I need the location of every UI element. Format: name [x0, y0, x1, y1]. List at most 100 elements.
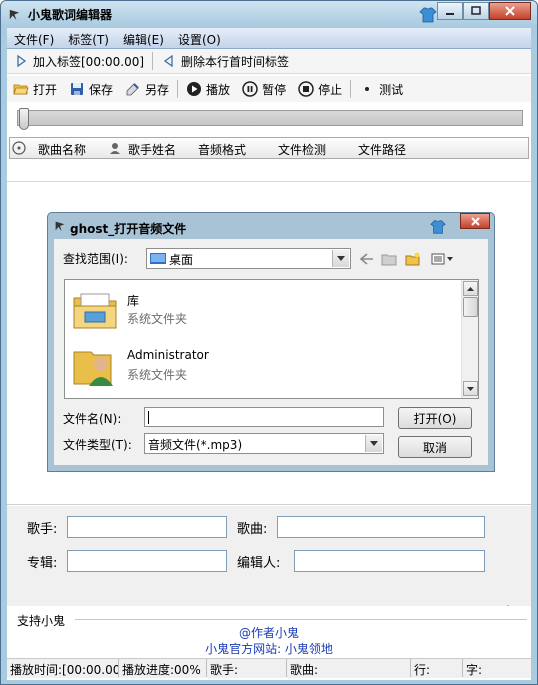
stop-icon [298, 81, 314, 97]
test-label: 测试 [379, 82, 404, 97]
open-button[interactable]: 打开 [7, 78, 63, 100]
scroll-up-button[interactable] [463, 281, 478, 296]
open-folder-icon [13, 84, 29, 95]
seek-bar[interactable] [13, 108, 523, 130]
delete-tag-label: 删除本行首时间标签 [181, 54, 290, 69]
up-folder-icon [381, 254, 397, 266]
dialog-title: ghost_打开音频文件 [70, 222, 187, 236]
status-char: 字: [466, 663, 483, 677]
menu-bar: 文件(F) 标签(T) 编辑(E) 设置(O) [7, 28, 531, 49]
minimize-button[interactable] [437, 2, 463, 20]
caption-buttons [437, 2, 531, 20]
maximize-icon [471, 6, 481, 15]
maximize-button[interactable] [463, 2, 489, 20]
filename-label: 文件名(N): [63, 412, 122, 426]
new-folder-button[interactable] [404, 250, 422, 268]
delete-tag-button[interactable]: 删除本行首时间标签 [155, 50, 295, 72]
app-icon [9, 9, 20, 21]
play-outline-icon [17, 54, 27, 68]
dialog-cancel-button[interactable]: 取消 [398, 436, 472, 458]
test-button[interactable]: 测试 [353, 78, 409, 100]
back-button[interactable] [358, 250, 376, 268]
chevron-down-icon [370, 441, 378, 446]
skin-shirt-icon[interactable] [419, 6, 437, 24]
save-button[interactable]: 保存 [63, 78, 119, 100]
col-file-path[interactable]: 文件路径 [352, 141, 406, 158]
add-tag-label: 加入标签[00:00.00] [33, 54, 145, 69]
song-input[interactable] [277, 516, 485, 538]
col-song-name[interactable]: 歌曲名称 [32, 141, 86, 158]
seek-thumb[interactable] [19, 108, 29, 130]
file-list[interactable]: 库 系统文件夹 Administrator 系统文件夹 [64, 279, 479, 399]
song-label: 歌曲: [237, 522, 268, 537]
status-singer: 歌手: [207, 659, 287, 677]
look-in-value: 桌面 [169, 253, 194, 267]
view-menu-button[interactable] [430, 250, 456, 268]
look-in-label: 查找范围(I): [63, 252, 128, 266]
support-divider [75, 619, 527, 620]
desktop-icon [150, 253, 166, 264]
dialog-body: 查找范围(I): 桌面 库 系统文件夹 Administrator 系统文件夹 … [54, 239, 488, 465]
filename-input[interactable] [144, 407, 384, 427]
look-in-dropdown-button[interactable] [332, 250, 349, 267]
up-folder-button[interactable] [380, 250, 398, 268]
save-label: 保存 [89, 82, 114, 97]
library-folder-icon [73, 293, 117, 329]
back-outline-icon [163, 54, 173, 68]
back-arrow-icon [360, 253, 373, 265]
list-item[interactable]: Administrator 系统文件夹 [71, 342, 451, 392]
window-title: 小鬼歌词编辑器 [28, 8, 113, 22]
list-item[interactable]: 库 系统文件夹 [71, 286, 451, 336]
play-button[interactable]: 播放 [180, 78, 236, 100]
title-bar[interactable]: 小鬼歌词编辑器 [1, 1, 537, 28]
album-label: 专辑: [27, 556, 58, 571]
dialog-title-bar[interactable]: ghost_打开音频文件 [48, 213, 494, 239]
col-audio-format[interactable]: 音频格式 [192, 141, 246, 158]
dot-icon [365, 87, 370, 91]
dialog-close-button[interactable] [460, 213, 490, 229]
album-input[interactable] [67, 550, 227, 572]
seek-track[interactable] [17, 110, 523, 126]
col-file-check[interactable]: 文件检测 [272, 141, 326, 158]
floppy-disk-icon [71, 83, 84, 95]
singer-input[interactable] [67, 516, 227, 538]
editor-input[interactable] [294, 550, 485, 572]
save-as-icon [126, 83, 139, 96]
file-item-type: 系统文件夹 [127, 368, 188, 382]
open-file-dialog: ghost_打开音频文件 查找范围(I): 桌面 库 系统文件夹 Adminis… [47, 212, 495, 472]
filetype-dropdown-button[interactable] [365, 435, 382, 452]
menu-file[interactable]: 文件(F) [7, 28, 61, 48]
status-line: 行: [411, 659, 463, 677]
toolbar-separator [350, 80, 352, 98]
close-button[interactable] [489, 2, 531, 20]
stop-button[interactable]: 停止 [292, 78, 348, 100]
status-bar: 播放时间:[00:00.00] 播放进度:00% 歌手: 歌曲: 行: 字: [7, 658, 531, 678]
pause-button[interactable]: 暂停 [236, 78, 292, 100]
website-link[interactable]: 小鬼官方网站: 小鬼领地 [7, 640, 531, 657]
list-row-divider [7, 181, 531, 182]
view-list-icon [431, 253, 453, 265]
play-icon [187, 82, 202, 96]
open-label: 打开 [33, 82, 58, 97]
chevron-down-icon [467, 386, 474, 391]
chevron-down-icon [337, 256, 345, 261]
user-folder-icon [73, 351, 113, 386]
file-list-scrollbar[interactable] [461, 280, 478, 398]
play-label: 播放 [206, 82, 231, 97]
scroll-down-button[interactable] [463, 381, 478, 396]
skin-shirt-icon[interactable] [430, 219, 446, 235]
author-link[interactable]: @作者小鬼 [7, 624, 531, 641]
menu-edit[interactable]: 编辑(E) [116, 28, 171, 48]
menu-tag[interactable]: 标签(T) [61, 28, 116, 48]
add-tag-button[interactable]: 加入标签[00:00.00] [7, 50, 150, 72]
filetype-combo[interactable]: 音频文件(*.mp3) [144, 433, 384, 454]
song-info-form: 歌手: 歌曲: 专辑: 编辑人: [7, 506, 531, 628]
col-singer-name[interactable]: 歌手姓名 [122, 141, 176, 158]
dialog-open-button[interactable]: 打开(O) [398, 407, 472, 429]
scroll-thumb[interactable] [463, 297, 478, 317]
look-in-combo[interactable]: 桌面 [146, 248, 351, 269]
new-folder-icon [405, 252, 420, 266]
save-as-button[interactable]: 另存 [119, 78, 175, 100]
main-window: 小鬼歌词编辑器 文件(F) 标签(T) 编辑(E) 设置(O) 加入标签[00:… [0, 0, 538, 685]
menu-settings[interactable]: 设置(O) [171, 28, 228, 48]
